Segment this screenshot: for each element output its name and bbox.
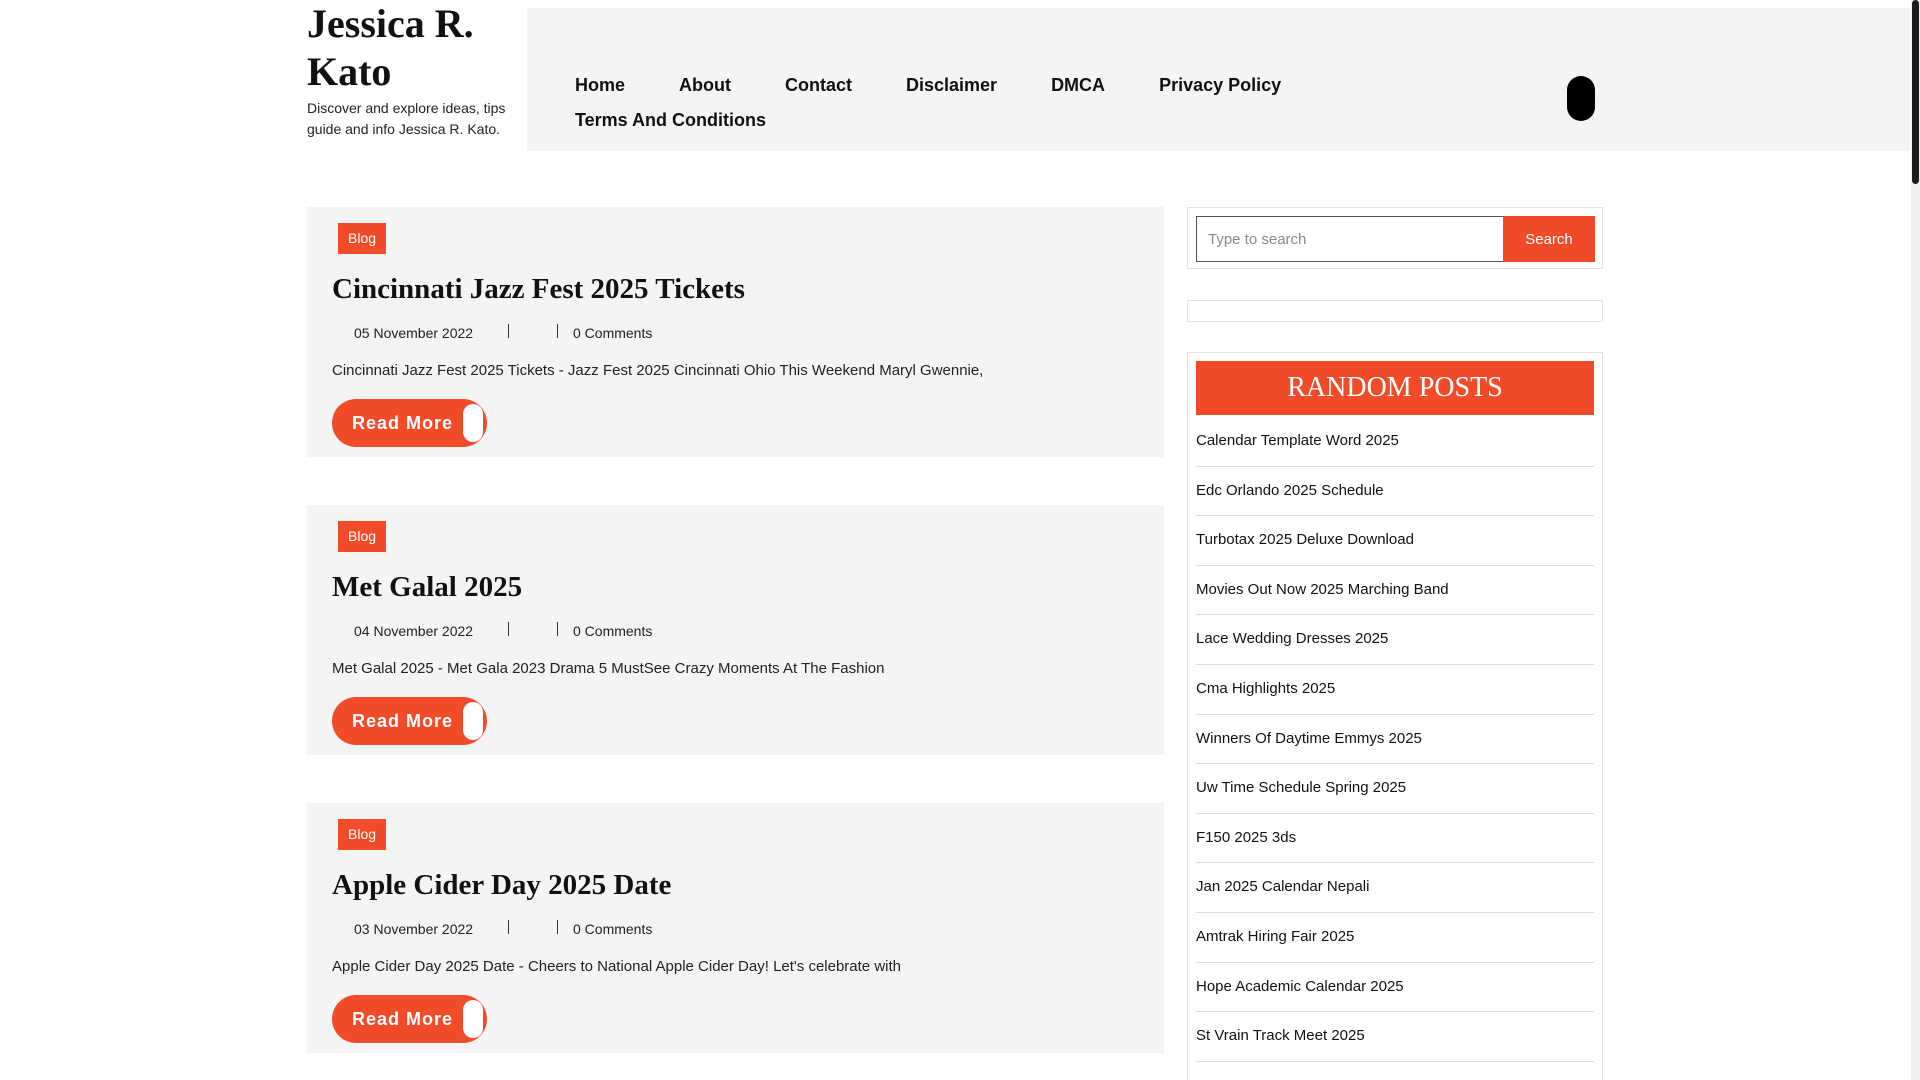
post-comments[interactable]: 0 Comments <box>573 621 652 641</box>
random-post-item[interactable]: Amtrak Hiring Fair 2025 <box>1196 913 1594 963</box>
meta-divider <box>508 920 509 934</box>
random-post-item[interactable]: Uw Time Schedule Spring 2025 <box>1196 764 1594 814</box>
nav-item-contact[interactable]: Contact <box>785 68 852 103</box>
read-more-label: Read More <box>352 1009 454 1029</box>
category-badge[interactable]: Blog <box>338 223 387 254</box>
random-post-item[interactable]: Hope Academic Calendar 2025 <box>1196 963 1594 1013</box>
post-comments[interactable]: 0 Comments <box>573 919 652 939</box>
random-post-item[interactable]: Jan 2025 Calendar Nepali <box>1196 863 1594 913</box>
read-more-label: Read More <box>352 413 454 433</box>
post-date: 03 November 2022 <box>354 921 474 937</box>
random-post-item[interactable]: F150 2025 3ds <box>1196 814 1594 864</box>
site-tagline: Discover and explore ideas, tips guide a… <box>307 100 506 137</box>
random-posts-widget: RANDOM POSTS Calendar Template Word 2025… <box>1187 352 1603 1080</box>
random-posts-title: RANDOM POSTS <box>1196 361 1594 415</box>
random-post-item[interactable]: St Vrain Track Meet 2025 <box>1196 1012 1594 1062</box>
search-widget: Search <box>1187 207 1603 269</box>
nav-item-about[interactable]: About <box>679 68 731 103</box>
read-more-decoration <box>463 1000 483 1038</box>
random-post-item[interactable]: Cma Highlights 2025 <box>1196 665 1594 715</box>
nav-item-dmca[interactable]: DMCA <box>1051 68 1105 103</box>
read-more-decoration <box>463 404 483 442</box>
post-date: 05 November 2022 <box>354 325 474 341</box>
search-button[interactable]: Search <box>1503 216 1595 262</box>
meta-divider <box>557 920 558 934</box>
main-navigation: Home About Contact Disclaimer DMCA Priva… <box>527 8 1910 151</box>
nav-item-privacy-policy[interactable]: Privacy Policy <box>1159 68 1281 103</box>
post-date: 04 November 2022 <box>354 623 474 639</box>
meta-divider <box>557 622 558 636</box>
random-post-item[interactable]: Calendar Template Word 2025 <box>1196 417 1594 467</box>
nav-menu: Home About Contact Disclaimer DMCA Priva… <box>575 68 1375 138</box>
random-post-item[interactable]: Turbotax 2025 Deluxe Download <box>1196 516 1594 566</box>
empty-widget <box>1187 300 1603 322</box>
post-excerpt: Cincinnati Jazz Fest 2025 Tickets - Jazz… <box>332 362 984 379</box>
page: Jessica R. Kato Discover and explore ide… <box>0 0 1920 1080</box>
random-post-item[interactable]: Edc Orlando 2025 Schedule <box>1196 467 1594 517</box>
page-scrollbar[interactable] <box>1911 0 1920 1080</box>
nav-item-disclaimer[interactable]: Disclaimer <box>906 68 997 103</box>
read-more-decoration <box>463 702 483 740</box>
read-more-label: Read More <box>352 711 454 731</box>
post-title[interactable]: Met Galal 2025 <box>332 569 522 605</box>
post-card: Blog Cincinnati Jazz Fest 2025 Tickets 0… <box>307 207 1164 457</box>
read-more-button[interactable]: Read More <box>332 399 487 447</box>
site-branding: Jessica R. Kato Discover and explore ide… <box>307 0 507 140</box>
category-badge[interactable]: Blog <box>338 521 387 552</box>
read-more-button[interactable]: Read More <box>332 995 487 1043</box>
post-card: Blog Apple Cider Day 2025 Date 03 Novemb… <box>307 803 1164 1053</box>
scrollbar-thumb[interactable] <box>1912 0 1919 184</box>
random-post-item[interactable]: Winners Of Daytime Emmys 2025 <box>1196 715 1594 765</box>
menu-toggle-button[interactable] <box>1567 76 1595 121</box>
post-title[interactable]: Cincinnati Jazz Fest 2025 Tickets <box>332 271 745 307</box>
random-post-item[interactable]: Movies Out Now 2025 Marching Band <box>1196 566 1594 616</box>
post-card: Blog Met Galal 2025 04 November 2022 0 C… <box>307 505 1164 755</box>
post-list: Blog Cincinnati Jazz Fest 2025 Tickets 0… <box>307 207 1164 1080</box>
meta-divider <box>557 324 558 338</box>
nav-item-home[interactable]: Home <box>575 68 625 103</box>
category-badge[interactable]: Blog <box>338 819 387 850</box>
random-post-item[interactable]: Lace Wedding Dresses 2025 <box>1196 615 1594 665</box>
meta-divider <box>508 622 509 636</box>
site-title[interactable]: Jessica R. Kato <box>307 0 507 96</box>
post-title[interactable]: Apple Cider Day 2025 Date <box>332 867 671 903</box>
post-comments[interactable]: 0 Comments <box>573 323 652 343</box>
meta-divider <box>508 324 509 338</box>
read-more-button[interactable]: Read More <box>332 697 487 745</box>
random-posts-list: Calendar Template Word 2025 Edc Orlando … <box>1196 417 1594 1062</box>
search-input[interactable] <box>1196 216 1503 262</box>
post-excerpt: Apple Cider Day 2025 Date - Cheers to Na… <box>332 958 901 975</box>
nav-item-terms-and-conditions[interactable]: Terms And Conditions <box>575 103 766 138</box>
post-excerpt: Met Galal 2025 - Met Gala 2023 Drama 5 M… <box>332 660 885 677</box>
